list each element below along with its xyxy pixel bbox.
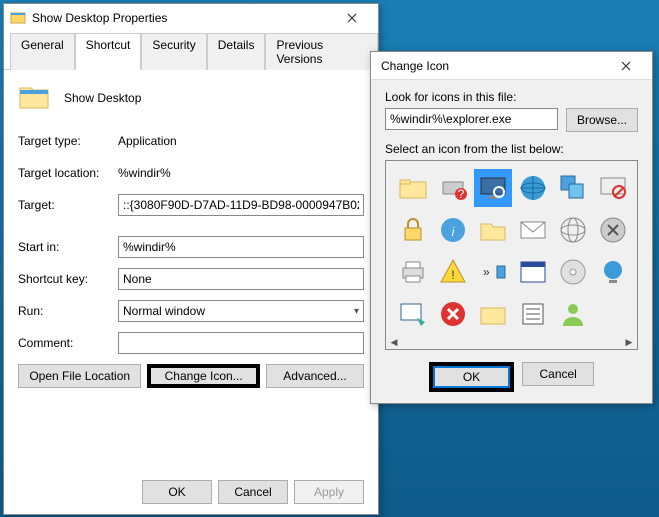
ci-dialog-buttons: OK Cancel xyxy=(385,362,638,392)
monitor-magnify-icon[interactable] xyxy=(474,169,512,207)
select-run-value: Normal window xyxy=(123,304,205,318)
info-icon[interactable]: i xyxy=(434,211,472,249)
tab-bar: General Shortcut Security Details Previo… xyxy=(4,32,378,70)
user-icon[interactable] xyxy=(554,295,592,333)
horizontal-scrollbar[interactable]: ◀ ▶ xyxy=(386,335,637,349)
value-target-type: Application xyxy=(118,134,364,148)
label-target-type: Target type: xyxy=(18,134,118,148)
cancel-button[interactable]: Cancel xyxy=(218,480,288,504)
label-target: Target: xyxy=(18,198,118,212)
list-icon[interactable] xyxy=(514,295,552,333)
ci-titlebar[interactable]: Change Icon xyxy=(371,52,652,80)
svg-text:?: ? xyxy=(458,187,465,201)
app-window-icon[interactable] xyxy=(514,253,552,291)
label-comment: Comment: xyxy=(18,336,118,350)
row-target-type: Target type: Application xyxy=(18,130,364,152)
tab-details[interactable]: Details xyxy=(207,33,266,70)
folder-open-icon[interactable] xyxy=(474,211,512,249)
app-header: Show Desktop xyxy=(18,82,364,114)
printer-question-icon[interactable]: ? xyxy=(434,169,472,207)
close-icon xyxy=(621,61,631,71)
change-icon-button[interactable]: Change Icon... xyxy=(147,364,260,388)
window-go-icon[interactable] xyxy=(394,295,432,333)
lock-icon[interactable] xyxy=(394,211,432,249)
svg-text:i: i xyxy=(452,225,455,239)
blank[interactable] xyxy=(594,295,632,333)
printer-icon[interactable] xyxy=(394,253,432,291)
scroll-right-icon[interactable]: ▶ xyxy=(623,336,635,348)
input-start-in[interactable] xyxy=(118,236,364,258)
label-shortcut-key: Shortcut key: xyxy=(18,272,118,286)
tab-previous-versions[interactable]: Previous Versions xyxy=(265,33,378,70)
label-run: Run: xyxy=(18,304,118,318)
apply-button[interactable]: Apply xyxy=(294,480,364,504)
close-circle-icon[interactable] xyxy=(594,211,632,249)
properties-window: Show Desktop Properties General Shortcut… xyxy=(3,3,379,515)
row-shortcut-key: Shortcut key: xyxy=(18,268,364,290)
ci-path-row: Browse... xyxy=(385,108,638,132)
svg-text:»: » xyxy=(483,265,490,279)
row-start-in: Start in: xyxy=(18,236,364,258)
value-target-location: %windir% xyxy=(118,166,364,180)
tab-shortcut[interactable]: Shortcut xyxy=(75,33,142,70)
app-icon xyxy=(18,82,50,114)
ci-look-label: Look for icons in this file: xyxy=(385,90,638,104)
properties-body: Show Desktop Target type: Application Ta… xyxy=(4,70,378,400)
svg-text:!: ! xyxy=(451,268,454,282)
ci-ok-button[interactable]: OK xyxy=(433,366,510,388)
window-icon xyxy=(10,10,26,26)
globe-icon[interactable] xyxy=(514,169,552,207)
input-shortcut-key[interactable] xyxy=(118,268,364,290)
mail-icon[interactable] xyxy=(514,211,552,249)
icon-grid-container: ? i! » ◀ ▶ xyxy=(385,160,638,350)
input-comment[interactable] xyxy=(118,332,364,354)
ci-body: Look for icons in this file: Browse... S… xyxy=(371,80,652,402)
label-target-location: Target location: xyxy=(18,166,118,180)
dialog-buttons: OK Cancel Apply xyxy=(142,480,364,504)
app-name: Show Desktop xyxy=(64,91,141,105)
error-icon[interactable] xyxy=(434,295,472,333)
ci-select-label: Select an icon from the list below: xyxy=(385,142,638,156)
folder-plain-icon[interactable] xyxy=(474,295,512,333)
chevron-down-icon: ▾ xyxy=(354,306,359,317)
ci-close-button[interactable] xyxy=(606,55,646,77)
network-globe-icon[interactable] xyxy=(594,253,632,291)
close-button[interactable] xyxy=(332,7,372,29)
change-icon-window: Change Icon Look for icons in this file:… xyxy=(370,51,653,404)
open-file-location-button[interactable]: Open File Location xyxy=(18,364,141,388)
browse-button[interactable]: Browse... xyxy=(566,108,638,132)
row-target-location: Target location: %windir% xyxy=(18,162,364,184)
close-icon xyxy=(347,13,357,23)
input-target[interactable] xyxy=(118,194,364,216)
globe-wire-icon[interactable] xyxy=(554,211,592,249)
ok-button[interactable]: OK xyxy=(142,480,212,504)
tab-general[interactable]: General xyxy=(10,33,75,70)
row-target: Target: xyxy=(18,194,364,216)
icon-grid: ? i! » xyxy=(394,169,629,341)
ci-title: Change Icon xyxy=(377,59,606,73)
window-title: Show Desktop Properties xyxy=(32,11,332,25)
disc-icon[interactable] xyxy=(554,253,592,291)
label-start-in: Start in: xyxy=(18,240,118,254)
scroll-left-icon[interactable]: ◀ xyxy=(388,336,400,348)
ci-cancel-button[interactable]: Cancel xyxy=(522,362,594,386)
action-buttons: Open File Location Change Icon... Advanc… xyxy=(18,364,364,388)
select-run[interactable]: Normal window ▾ xyxy=(118,300,364,322)
row-comment: Comment: xyxy=(18,332,364,354)
windows-stack-icon[interactable] xyxy=(554,169,592,207)
ci-path-input[interactable] xyxy=(385,108,558,130)
warning-icon[interactable]: ! xyxy=(434,253,472,291)
tab-security[interactable]: Security xyxy=(141,33,206,70)
monitor-blocked-icon[interactable] xyxy=(594,169,632,207)
advanced-button[interactable]: Advanced... xyxy=(266,364,364,388)
titlebar[interactable]: Show Desktop Properties xyxy=(4,4,378,32)
row-run: Run: Normal window ▾ xyxy=(18,300,364,322)
folder-icon[interactable] xyxy=(394,169,432,207)
ci-ok-highlight: OK xyxy=(429,362,514,392)
expand-icon[interactable]: » xyxy=(474,253,512,291)
